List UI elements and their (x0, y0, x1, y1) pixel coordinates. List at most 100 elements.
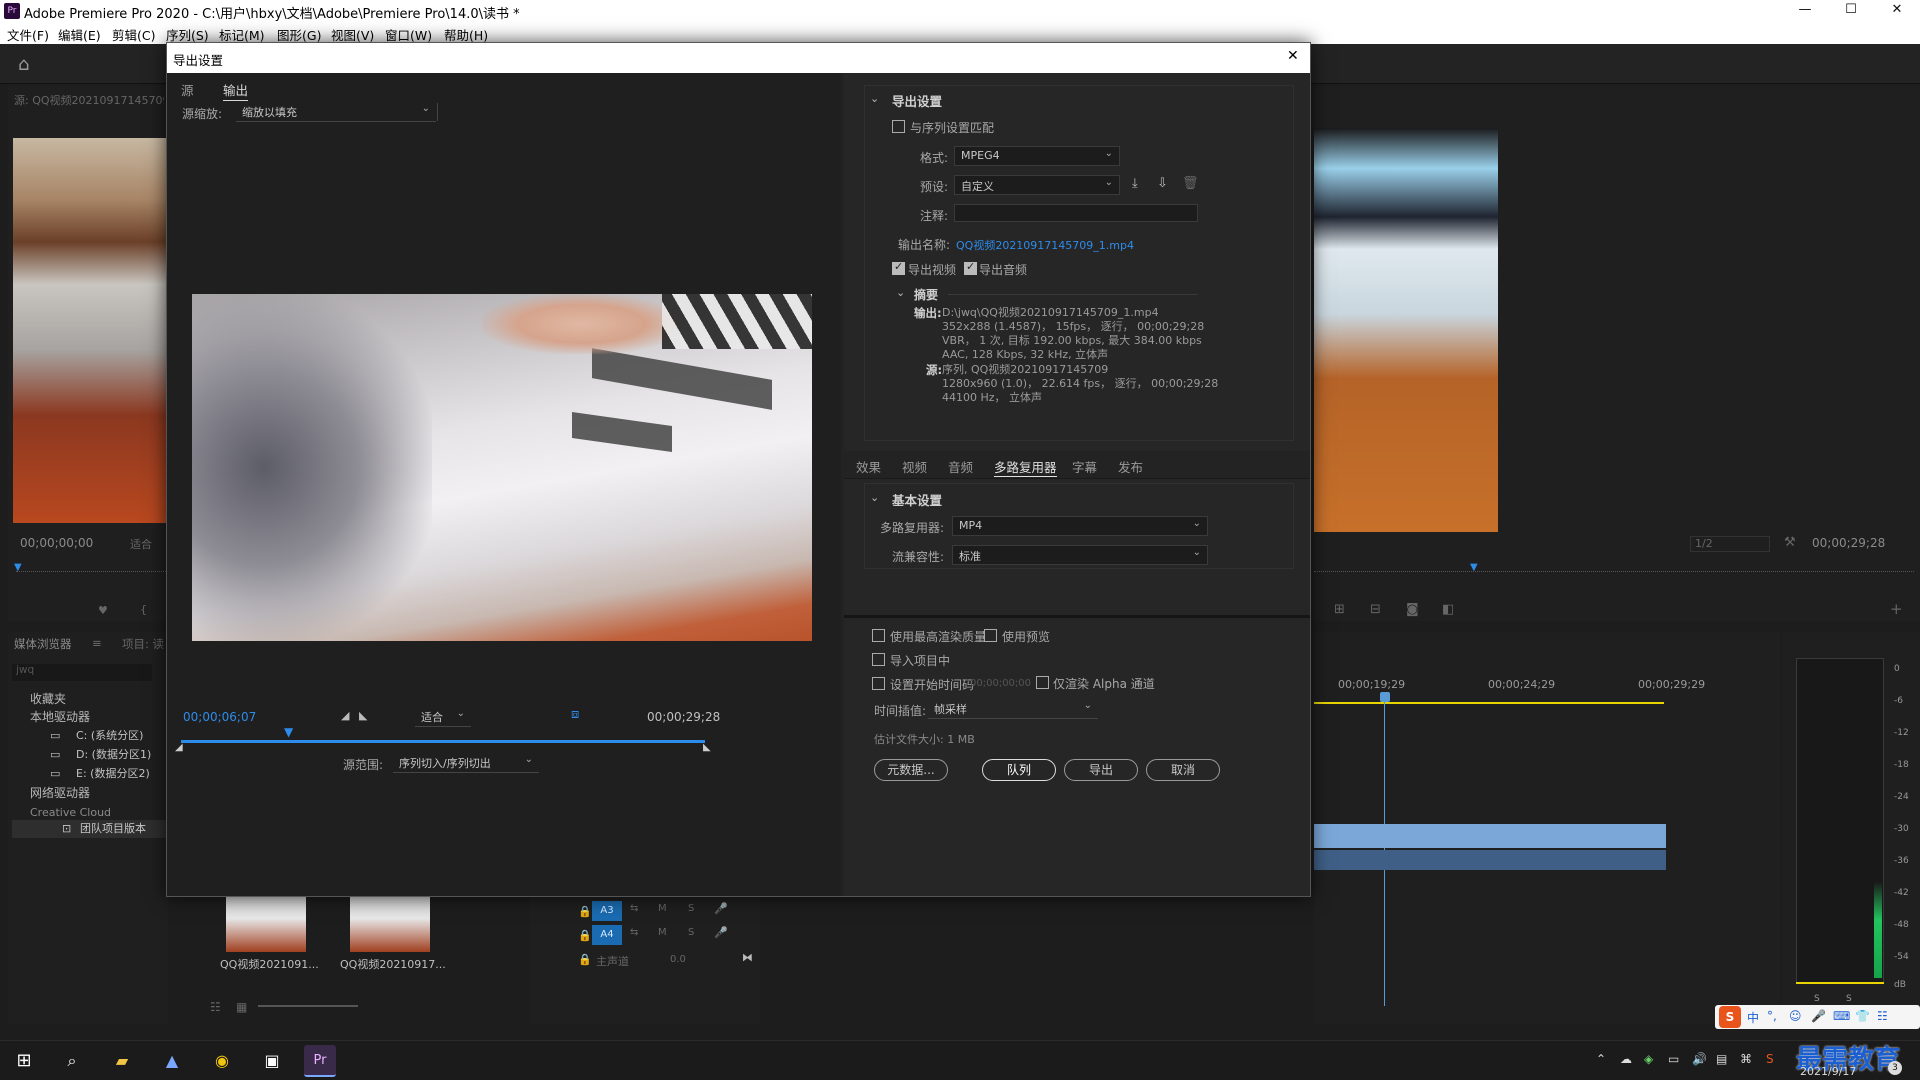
lift-icon[interactable]: ⊞ (1334, 602, 1345, 617)
icon-view-icon[interactable]: ▦ (236, 1000, 247, 1014)
ime-chinese-mode[interactable]: 中 (1747, 1009, 1759, 1026)
tab-publish[interactable]: 发布 (1118, 457, 1143, 476)
tab-output[interactable]: 输出 (223, 80, 249, 101)
import-into-project-checkbox[interactable] (872, 653, 885, 666)
track-a4[interactable]: A4 (592, 925, 622, 945)
collapse-icon[interactable]: ⌄ (870, 92, 879, 105)
tree-drive-c[interactable]: C: (系统分区) (76, 729, 143, 743)
format-select[interactable]: MPEG4 ⌄ (954, 146, 1120, 166)
show-hidden-icons[interactable]: ⌃ (1596, 1052, 1606, 1066)
metadata-button[interactable]: 元数据... (874, 759, 948, 781)
maximize-icon[interactable]: ☐ (1828, 0, 1874, 22)
file-explorer-icon[interactable]: ▰ (106, 1045, 138, 1077)
thumbnail-2[interactable] (350, 896, 430, 952)
audio-clip-2[interactable] (1314, 850, 1666, 870)
lock-master-icon[interactable]: 🔒 (578, 953, 592, 966)
ime-menu[interactable]: ☷ (1877, 1009, 1888, 1023)
tab-source[interactable]: 源 (181, 80, 194, 99)
tree-drive-e[interactable]: E: (数据分区2) (76, 767, 150, 781)
home-icon[interactable]: ⌂ (18, 54, 29, 75)
thumbnail-1[interactable] (226, 896, 306, 952)
source-range-select[interactable]: 序列切入/序列切出 ⌄ (393, 753, 539, 773)
extract-icon[interactable]: ⊟ (1370, 602, 1381, 617)
tree-drive-d[interactable]: D: (数据分区1) (76, 748, 151, 762)
save-preset-icon[interactable]: ⤓ (1132, 176, 1138, 191)
start-timecode-value[interactable]: 00;00;00;00 (970, 678, 1031, 689)
ime-voice[interactable]: 🎤 (1811, 1009, 1826, 1023)
audio-clip-1[interactable] (1314, 824, 1666, 848)
export-frame-icon[interactable]: ◙ (1406, 602, 1419, 617)
set-start-timecode-checkbox[interactable] (872, 677, 885, 690)
tab-captions[interactable]: 字幕 (1072, 457, 1097, 476)
fit-timeline-icon[interactable]: ⧓ (742, 951, 753, 964)
tab-multiplexer[interactable]: 多路复用器 (994, 457, 1057, 477)
export-button[interactable]: 导出 (1064, 759, 1138, 781)
project-tab[interactable]: 项目: 读 (122, 636, 164, 652)
list-view-icon[interactable]: ☷ (210, 1000, 221, 1014)
tree-local-drives[interactable]: 本地驱动器 (30, 710, 90, 724)
tab-video[interactable]: 视频 (902, 457, 927, 476)
multiplexer-select[interactable]: MP4 ⌄ (952, 516, 1208, 536)
notification-badge[interactable]: 3 (1888, 1061, 1902, 1075)
cancel-button[interactable]: 取消 (1146, 759, 1220, 781)
ime-skin[interactable]: 👕 (1855, 1009, 1870, 1023)
set-in-point-icon[interactable]: ◢ (341, 709, 349, 722)
media-browser-menu-icon[interactable]: ≡ (92, 636, 102, 650)
source-scale-select[interactable]: 缩放以填充 ⌄ (236, 102, 436, 122)
photo-app-icon[interactable]: ▲ (156, 1045, 188, 1077)
add-button-icon[interactable]: + (1890, 600, 1903, 618)
volume-icon[interactable]: 🔊 (1692, 1052, 1707, 1066)
browser-search-input[interactable]: jwq (12, 664, 152, 681)
tree-team-projects-row[interactable]: ⊡ 团队项目版本 (12, 820, 168, 838)
network-icon[interactable]: ▭ (1668, 1052, 1679, 1066)
source-playhead-icon[interactable]: ▼ (14, 562, 22, 573)
timeline-playhead-head[interactable] (1380, 692, 1390, 702)
output-name-link[interactable]: QQ视频20210917145709_1.mp4 (956, 237, 1134, 253)
work-area-bar[interactable] (1314, 702, 1664, 704)
notification-icon[interactable]: ☁ (1620, 1052, 1632, 1066)
lock-a4-icon[interactable]: 🔒 (578, 929, 592, 942)
mark-in-icon[interactable]: { (140, 603, 147, 616)
sync-a3-icon[interactable]: ⇆ (630, 903, 638, 914)
sogou-tray-icon[interactable]: S (1766, 1052, 1774, 1066)
render-alpha-only-checkbox[interactable] (1036, 676, 1049, 689)
dialog-close-icon[interactable]: ✕ (1287, 48, 1299, 64)
tree-creative-cloud[interactable]: Creative Cloud (30, 806, 111, 820)
use-previews-checkbox[interactable] (984, 629, 997, 642)
sogou-ime-icon[interactable]: S (1719, 1006, 1741, 1028)
media-browser-tab[interactable]: 媒体浏览器 (14, 636, 72, 652)
menu-clip[interactable]: 剪辑(C) (112, 25, 155, 44)
delete-preset-icon[interactable]: 🗑 (1182, 176, 1199, 191)
import-preset-icon[interactable]: ⇩ (1157, 176, 1168, 191)
range-bar[interactable] (181, 740, 705, 743)
ime-emoji[interactable]: ☺ (1789, 1009, 1802, 1023)
max-render-quality-checkbox[interactable] (872, 629, 885, 642)
close-window-icon[interactable]: ✕ (1874, 0, 1920, 22)
track-a3[interactable]: A3 (592, 901, 622, 921)
ime-keyboard[interactable]: ⌨ (1833, 1009, 1850, 1023)
preset-select[interactable]: 自定义 ⌄ (954, 175, 1120, 195)
comments-input[interactable] (954, 204, 1198, 222)
zoom-slider[interactable] (258, 1005, 358, 1007)
comparison-view-icon[interactable]: ◧ (1442, 602, 1454, 617)
source-monitor-tab[interactable]: 源: QQ视频20210917145709 (14, 92, 164, 108)
program-playhead-icon[interactable]: ▼ (1470, 562, 1478, 573)
solo-a4-icon[interactable]: S (688, 927, 694, 938)
mute-a4-icon[interactable]: M (658, 927, 667, 938)
menu-file[interactable]: 文件(F) (7, 25, 49, 44)
summary-collapse-icon[interactable]: ⌄ (896, 286, 905, 299)
marker-icon[interactable]: ♥ (98, 604, 108, 617)
tree-favorites[interactable]: 收藏夹 (30, 692, 66, 706)
range-end-handle-icon[interactable]: ◣ (703, 742, 711, 753)
queue-button[interactable]: 队列 (982, 759, 1056, 781)
set-out-point-icon[interactable]: ◣ (359, 709, 367, 722)
match-sequence-checkbox[interactable] (892, 120, 905, 133)
meter-solo-r[interactable]: S (1846, 992, 1852, 1006)
range-start-handle-icon[interactable]: ◢ (175, 742, 183, 753)
sync-a4-icon[interactable]: ⇆ (630, 927, 638, 938)
mic-a4-icon[interactable]: 🎤 (714, 926, 728, 939)
windows-start-icon[interactable]: ⊞ (8, 1045, 40, 1077)
menu-edit[interactable]: 编辑(E) (58, 25, 101, 44)
fit-select[interactable]: 适合 ⌄ (415, 707, 471, 727)
tab-audio[interactable]: 音频 (948, 457, 973, 476)
